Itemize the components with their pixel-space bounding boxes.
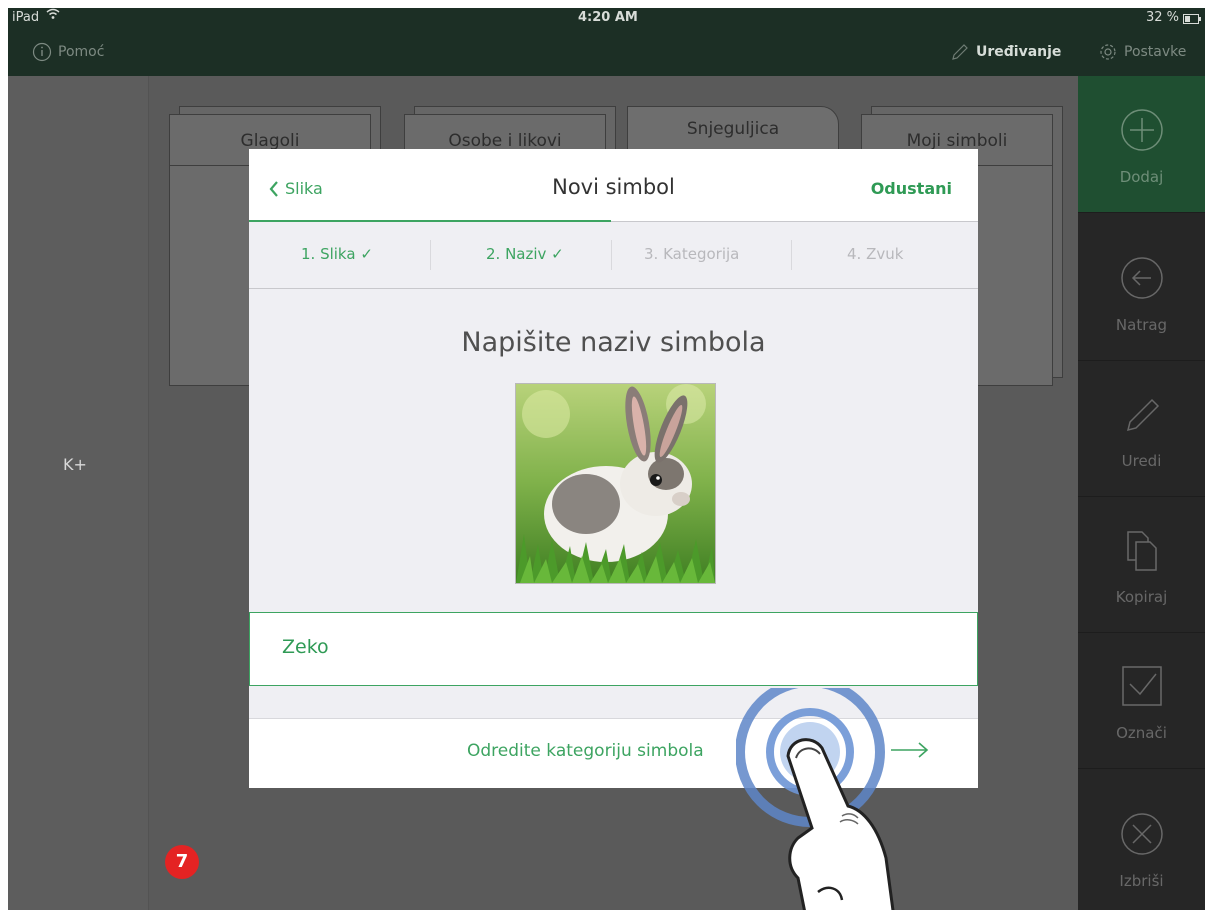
next-step-bar[interactable]: Odredite kategoriju simbola bbox=[249, 718, 978, 788]
settings-button[interactable]: Postavke bbox=[1098, 42, 1186, 62]
settings-label: Postavke bbox=[1124, 44, 1187, 60]
wizard-steps: 1. Slika ✓ 2. Naziv ✓ 3. Kategorija 4. Z… bbox=[249, 222, 978, 289]
dialog-heading: Napišite naziv simbola bbox=[461, 327, 766, 358]
checkbox-icon bbox=[1122, 666, 1162, 706]
new-symbol-dialog: Slika Novi simbol Odustani 1. Slika ✓ 2.… bbox=[249, 149, 978, 788]
delete-button[interactable]: Izbriši bbox=[1078, 780, 1205, 910]
step-image[interactable]: 1. Slika ✓ bbox=[301, 245, 373, 263]
step-divider bbox=[791, 240, 792, 270]
step-divider bbox=[430, 240, 431, 270]
ipad-screen: iPad 4:20 AM 32 % Pomoć Uređivanje Posta… bbox=[8, 8, 1205, 910]
symbol-image bbox=[515, 383, 716, 584]
pencil-icon bbox=[952, 44, 968, 60]
select-label: Označi bbox=[1116, 724, 1167, 742]
top-bar: Pomoć Uređivanje Postavke bbox=[8, 28, 1205, 76]
symbol-name-input[interactable] bbox=[280, 635, 884, 659]
edit-button[interactable]: Uredi bbox=[1078, 360, 1205, 497]
dialog-header: Slika Novi simbol Odustani bbox=[249, 149, 978, 222]
delete-label: Izbriši bbox=[1119, 872, 1164, 890]
cancel-button[interactable]: Odustani bbox=[871, 179, 952, 198]
battery-icon bbox=[1183, 13, 1201, 28]
back-label: Natrag bbox=[1115, 316, 1168, 334]
step-sound[interactable]: 4. Zvuk bbox=[847, 245, 903, 263]
symbol-name-field[interactable] bbox=[249, 612, 978, 686]
gear-icon bbox=[1100, 44, 1116, 60]
step-badge: 7 bbox=[165, 845, 199, 879]
step-divider bbox=[611, 240, 612, 270]
info-icon bbox=[32, 42, 52, 62]
close-circle-icon bbox=[1121, 813, 1163, 855]
left-panel: K+ bbox=[8, 76, 149, 910]
pencil-icon bbox=[1126, 398, 1160, 432]
edit-label: Uredi bbox=[1121, 452, 1162, 470]
next-step-label: Odredite kategoriju simbola bbox=[467, 741, 704, 761]
status-bar: iPad 4:20 AM 32 % bbox=[8, 8, 1205, 28]
add-button[interactable]: Dodaj bbox=[1078, 76, 1205, 213]
wifi-icon bbox=[46, 8, 60, 24]
arrow-left-circle-icon bbox=[1121, 257, 1163, 299]
plus-circle-icon bbox=[1121, 109, 1163, 151]
battery-percent: 32 % bbox=[1145, 10, 1179, 25]
add-label: Dodaj bbox=[1119, 168, 1164, 186]
step-category[interactable]: 3. Kategorija bbox=[644, 245, 739, 263]
copy-icon bbox=[1127, 531, 1157, 571]
right-toolbar: Dodaj Natrag Uredi Kopiraj Označi Izbriš… bbox=[1078, 76, 1205, 910]
copy-label: Kopiraj bbox=[1115, 588, 1168, 606]
edit-mode-label: Uređivanje bbox=[976, 44, 1062, 60]
help-button[interactable]: Pomoć bbox=[32, 42, 104, 62]
arrow-right-icon bbox=[889, 741, 931, 763]
clock: 4:20 AM bbox=[578, 10, 638, 25]
copy-button[interactable]: Kopiraj bbox=[1078, 496, 1205, 633]
step-name[interactable]: 2. Naziv ✓ bbox=[486, 245, 564, 263]
select-button[interactable]: Označi bbox=[1078, 632, 1205, 769]
edit-mode-button[interactable]: Uređivanje bbox=[950, 42, 1061, 62]
help-label: Pomoć bbox=[58, 44, 105, 60]
back-button[interactable]: Natrag bbox=[1078, 224, 1205, 361]
device-label: iPad bbox=[12, 10, 40, 25]
dialog-title: Novi simbol bbox=[552, 175, 675, 199]
keyboard-button[interactable]: K+ bbox=[63, 455, 87, 474]
